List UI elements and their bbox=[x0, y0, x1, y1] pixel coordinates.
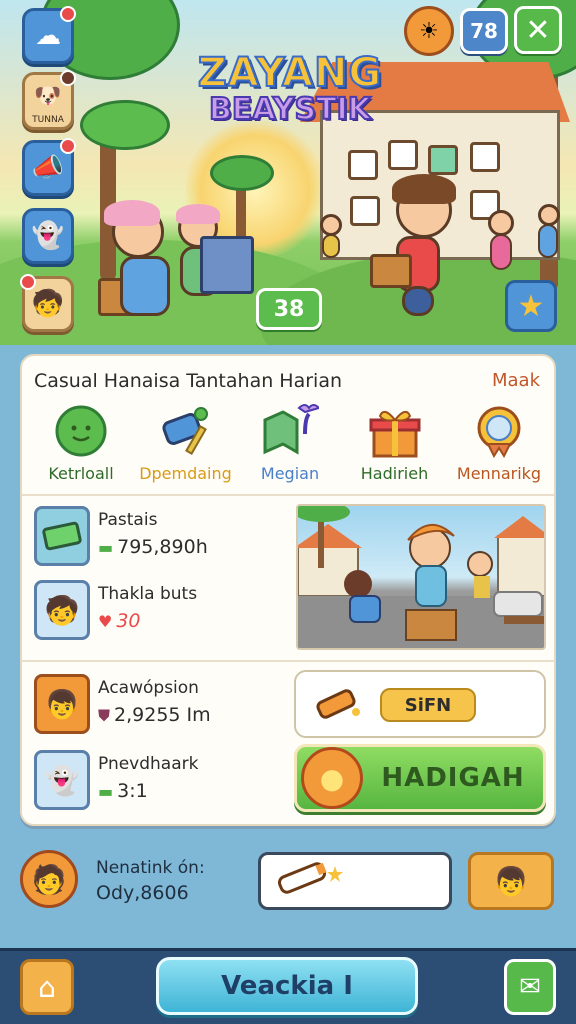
game-logo: ZAYANG BEAYSTIK bbox=[160, 49, 420, 128]
picture-frame bbox=[388, 140, 418, 170]
item-title: Acawópsion bbox=[98, 678, 199, 698]
bottom-navbar: ⌂ Veackia I ✉ bbox=[0, 948, 576, 1024]
character-icon: 🧒 bbox=[31, 289, 65, 319]
logo-line-1: ZAYANG bbox=[197, 49, 383, 97]
list-item[interactable]: 👦 Acawópsion ⛊ 2,9255 Im bbox=[34, 674, 284, 734]
hero-scene: ZAYANG BEAYSTIK ☁ 🐶 TUNNA 📣 👻 🧒 ☀ 78 ✕ 3… bbox=[0, 0, 576, 345]
scroll-icon bbox=[310, 682, 364, 730]
item-value: ▬ 3:1 bbox=[98, 780, 148, 802]
item-title: Pnevdhaark bbox=[98, 754, 199, 774]
item-title: Pastais bbox=[98, 510, 158, 530]
divider bbox=[22, 660, 554, 662]
telescope-icon bbox=[156, 402, 216, 460]
category-label: Hadirieh bbox=[360, 464, 429, 483]
panel-title: Casual Hanaisa Tantahan Harian bbox=[34, 370, 342, 392]
close-button[interactable]: ✕ bbox=[514, 6, 562, 54]
category-label: Megian bbox=[260, 464, 320, 483]
friend-button[interactable]: 👦 bbox=[468, 852, 554, 910]
ghost-icon: 👻 bbox=[34, 750, 90, 810]
bush-icon bbox=[51, 402, 111, 460]
logo-line-2: BEAYSTIK bbox=[208, 91, 372, 128]
category-hadirieh[interactable]: Hadirieh bbox=[344, 402, 446, 494]
tunna-label: TUNNA bbox=[32, 115, 64, 125]
close-icon: ✕ bbox=[525, 12, 551, 48]
picture-frame bbox=[350, 196, 380, 226]
main-action-button[interactable]: Veackia I bbox=[156, 957, 418, 1015]
category-row: Ketrloall Dpemdaing Megian Hadirieh Menn… bbox=[30, 402, 550, 494]
sun-face-icon: ☀ bbox=[419, 18, 439, 44]
home-button[interactable]: ⌂ bbox=[20, 959, 74, 1015]
ghost-button[interactable]: 👻 bbox=[22, 208, 74, 264]
avatar[interactable]: 🧑 bbox=[20, 850, 78, 908]
map-icon bbox=[260, 402, 320, 460]
score-badge: 38 bbox=[256, 288, 322, 330]
gift-icon bbox=[365, 402, 425, 460]
tunna-button[interactable]: 🐶 TUNNA bbox=[22, 70, 76, 130]
category-megian[interactable]: Megian bbox=[239, 402, 341, 494]
category-ketrloall[interactable]: Ketrloall bbox=[30, 402, 132, 494]
ticket-icon bbox=[34, 506, 90, 566]
list-item[interactable]: 👻 Pnevdhaark ▬ 3:1 bbox=[34, 750, 284, 810]
boy-avatar-icon: 👦 bbox=[34, 674, 90, 734]
notification-dot bbox=[60, 6, 76, 22]
category-label: Dpemdaing bbox=[139, 464, 232, 483]
mail-button[interactable]: ✉ bbox=[504, 959, 556, 1015]
sign-reward-box[interactable]: SiFN bbox=[294, 670, 546, 738]
network-label: Nenatink ón: bbox=[96, 858, 205, 878]
list-item[interactable]: 🧒 Thakla buts ♥ 30 bbox=[34, 580, 284, 640]
scroll-icon bbox=[273, 858, 345, 905]
star-icon: ★ bbox=[517, 288, 545, 324]
notification-dot bbox=[60, 70, 76, 86]
friend-avatar-icon: 👦 bbox=[493, 864, 529, 898]
home-icon: ⌂ bbox=[38, 970, 56, 1004]
badge-icon bbox=[469, 402, 529, 460]
ghost-icon: 👻 bbox=[31, 221, 65, 251]
claim-gift-button[interactable]: ● HADIGAH bbox=[294, 744, 546, 812]
sun-event-button[interactable]: ☀ bbox=[404, 6, 454, 56]
notification-dot bbox=[20, 274, 36, 290]
item-title: Thakla buts bbox=[98, 584, 198, 604]
mail-icon: ✉ bbox=[519, 972, 541, 1002]
category-label: Mennarikg bbox=[456, 464, 542, 483]
item-value: ⛊ 2,9255 Im bbox=[98, 704, 211, 726]
item-value: ▬ 795,890h bbox=[98, 536, 208, 558]
divider bbox=[22, 494, 554, 496]
category-label: Ketrloall bbox=[48, 464, 114, 483]
player-avatar-icon: 🧑 bbox=[31, 862, 67, 896]
event-scene-image bbox=[296, 504, 546, 650]
more-link[interactable]: Maak bbox=[492, 370, 540, 391]
claim-gift-label: HADIGAH bbox=[381, 763, 525, 793]
sign-button[interactable]: SiFN bbox=[380, 688, 476, 722]
picture-frame bbox=[470, 142, 500, 172]
character-button[interactable]: 🧒 bbox=[20, 274, 74, 332]
list-item[interactable]: Pastais ▬ 795,890h bbox=[34, 506, 284, 566]
level-counter: 78 bbox=[460, 8, 508, 54]
item-value: ♥ 30 bbox=[98, 610, 141, 632]
shield-icon: ⛊ bbox=[98, 706, 111, 725]
picture-frame bbox=[348, 150, 378, 180]
network-value: Ody,8606 bbox=[96, 882, 189, 904]
category-dpemdaing[interactable]: Dpemdaing bbox=[135, 402, 237, 494]
kid-avatar-icon: 🧒 bbox=[34, 580, 90, 640]
notification-dot bbox=[60, 138, 76, 154]
megaphone-button[interactable]: 📣 bbox=[22, 138, 76, 196]
cash-icon: ▬ bbox=[98, 782, 114, 801]
favorite-button[interactable]: ★ bbox=[505, 280, 557, 332]
dog-icon: 🐶 bbox=[34, 83, 62, 109]
profile-button[interactable]: ☁ bbox=[22, 6, 76, 64]
megaphone-icon: 📣 bbox=[31, 153, 65, 183]
picture-frame bbox=[428, 145, 458, 175]
category-mennarikg[interactable]: Mennarikg bbox=[448, 402, 550, 494]
cloud-face-icon: ☁ bbox=[35, 21, 61, 51]
heart-icon: ♥ bbox=[98, 612, 113, 631]
daily-challenge-panel: Casual Hanaisa Tantahan Harian Maak Ketr… bbox=[20, 354, 556, 826]
cash-icon: ▬ bbox=[98, 538, 114, 557]
coin-icon: ● bbox=[301, 747, 363, 809]
scroll-item-slot[interactable] bbox=[258, 852, 452, 910]
